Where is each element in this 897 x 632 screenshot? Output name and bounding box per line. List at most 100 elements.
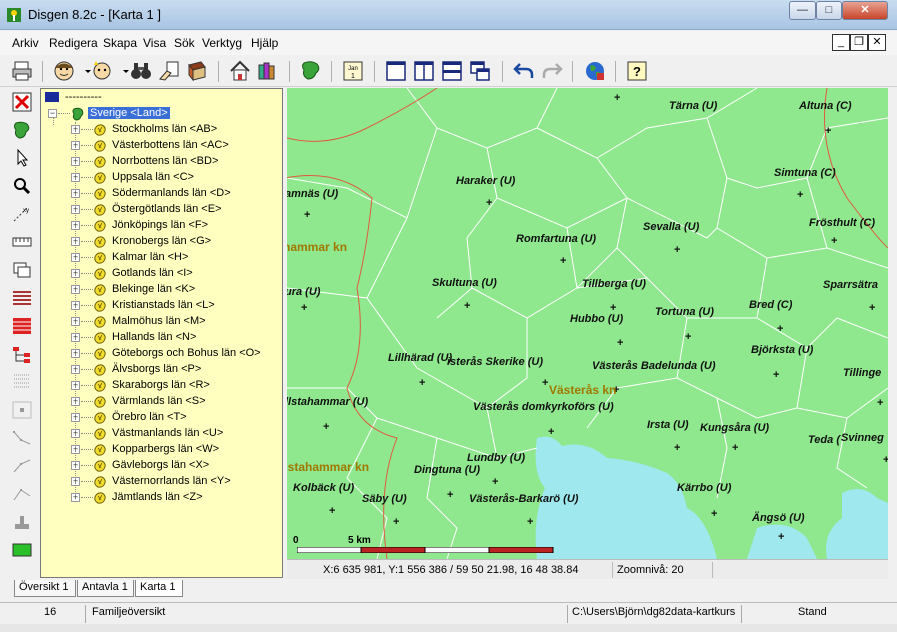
map-place-label[interactable]: Irsta (U) [647,419,689,431]
table-red-icon[interactable] [11,316,33,336]
tree-item-county[interactable]: + Gotlands län <I> [41,266,281,282]
layout-single-icon[interactable] [384,59,408,83]
map-place-label[interactable]: Tortuna (U) [655,306,714,318]
place-marker-icon[interactable]: + [831,236,837,247]
binoculars-icon[interactable] [129,59,153,83]
place-marker-icon[interactable]: + [301,303,307,314]
place-marker-icon[interactable]: + [711,509,717,520]
place-marker-icon[interactable]: + [492,477,498,488]
layout-horizontal-split-icon[interactable] [440,59,464,83]
line-edit-icon[interactable] [11,428,33,448]
books-icon[interactable] [256,59,280,83]
map-place-label[interactable]: Svinneg [841,432,884,444]
map-place-label[interactable]: Tärna (U) [669,100,717,112]
tree-item-county[interactable]: + Västernorrlands län <Y> [41,474,281,490]
place-marker-icon[interactable]: + [393,517,399,528]
place-marker-icon[interactable]: + [614,93,620,104]
map-place-label[interactable]: Kolbäck (U) [293,482,354,494]
home-icon[interactable] [228,59,252,83]
place-marker-icon[interactable]: + [685,332,691,343]
place-marker-icon[interactable]: + [778,532,784,543]
menu-skapa[interactable]: Skapa [103,36,137,50]
place-marker-icon[interactable]: + [617,338,623,349]
help-icon[interactable]: ? [625,59,649,83]
layout-cascade-icon[interactable] [468,59,492,83]
layout-vertical-split-icon[interactable] [412,59,436,83]
tab-karta[interactable]: Karta 1 [135,580,183,597]
place-marker-icon[interactable]: + [777,324,783,335]
tree-item-county[interactable]: + Kronobergs län <G> [41,234,281,250]
map-place-label[interactable]: Ängsö (U) [752,512,805,524]
map-place-label[interactable]: Kungsåra (U) [700,422,769,434]
place-marker-icon[interactable]: + [825,126,831,137]
map-place-label[interactable]: ura (U) [287,286,320,298]
tree-item-county[interactable]: + Göteborgs och Bohus län <O> [41,346,281,362]
menu-arkiv[interactable]: Arkiv [12,36,39,50]
place-marker-icon[interactable]: + [732,443,738,454]
place-marker-icon[interactable]: + [797,190,803,201]
map-place-label[interactable]: Kärrbo (U) [677,482,731,494]
place-marker-icon[interactable]: + [674,245,680,256]
windows-icon[interactable] [11,260,33,280]
map-place-label[interactable]: Tillberga (U) [582,278,646,290]
tree-item-county[interactable]: + Älvsborgs län <P> [41,362,281,378]
map-view[interactable]: Tärna (U) + Altuna (C) + amnäs (U) + Haraker (… [287,88,888,559]
tree-item-county[interactable]: + Jönköpings län <F> [41,218,281,234]
hand-note-icon[interactable] [157,59,181,83]
grid-dots-icon[interactable] [11,372,33,392]
chevron-down-icon[interactable] [76,59,91,83]
place-marker-icon[interactable]: + [674,443,680,454]
map-icon[interactable] [299,59,323,83]
place-marker-icon[interactable]: + [419,378,425,389]
map-place-label[interactable]: Västerås Badelunda (U) [592,360,715,372]
tree-item-county[interactable]: + Kalmar län <H> [41,250,281,266]
map-place-label[interactable]: Lundby (U) [467,452,525,464]
map-place-label[interactable]: isterås Skerike (U) [447,356,543,368]
menu-verktyg[interactable]: Verktyg [202,36,242,50]
list-red-icon[interactable] [11,288,33,308]
place-marker-icon[interactable]: + [329,506,335,517]
maximize-button[interactable]: □ [816,1,842,20]
tree-item-county[interactable]: + Hallands län <N> [41,330,281,346]
place-marker-icon[interactable]: + [447,490,453,501]
place-marker-icon[interactable]: + [877,398,883,409]
map-place-label[interactable]: Säby (U) [362,493,407,505]
map-place-label[interactable]: Bred (C) [749,299,792,311]
close-button[interactable]: ✕ [842,1,888,20]
tree-item-county[interactable]: + Gävleborgs län <X> [41,458,281,474]
measure-xy-icon[interactable]: xy [11,204,33,224]
map-place-label[interactable]: Västerås domkyrkoförs (U) [473,401,614,413]
tree-item-county[interactable]: + Örebro län <T> [41,410,281,426]
place-marker-icon[interactable]: + [542,378,548,389]
place-marker-icon[interactable]: + [610,303,616,314]
tree-item-county[interactable]: + Västmanlands län <U> [41,426,281,442]
map-place-label[interactable]: Hubbo (U) [570,313,623,325]
tree-item-county[interactable]: + Värmlands län <S> [41,394,281,410]
close-red-x-icon[interactable] [11,92,33,112]
color-swatch-icon[interactable] [11,540,33,560]
map-place-label[interactable]: Romfartuna (U) [516,233,596,245]
map-place-label[interactable]: Västerås-Barkarö (U) [469,493,578,505]
tree-item-county[interactable]: + Uppsala län <C> [41,170,281,186]
map-place-label[interactable]: Skultuna (U) [432,277,497,289]
place-marker-icon[interactable]: + [486,198,492,209]
map-place-label[interactable]: Sparrsätra [823,279,878,291]
mdi-restore-button[interactable]: ❐ [850,34,868,51]
menu-hjalp[interactable]: Hjälp [251,36,278,50]
place-marker-icon[interactable]: + [464,301,470,312]
tab-oversikt[interactable]: Översikt 1 [14,580,76,597]
map-place-label[interactable]: Altuna (C) [799,100,852,112]
pointer-icon[interactable] [11,148,33,168]
tree-diagram-icon[interactable] [11,344,33,364]
mdi-close-button[interactable]: ✕ [868,34,886,51]
map-place-label[interactable]: Haraker (U) [456,175,515,187]
globe-icon[interactable] [583,59,607,83]
minimize-button[interactable]: — [789,1,816,20]
tree-item-county[interactable]: + Blekinge län <K> [41,282,281,298]
calendar-icon[interactable]: Jan 1 [341,59,365,83]
person-icon[interactable] [52,59,76,83]
chevron-down-icon[interactable] [114,59,129,83]
tree-item-county[interactable]: + Västerbottens län <AC> [41,138,281,154]
tab-antavla[interactable]: Antavla 1 [77,580,134,597]
zoom-icon[interactable] [11,176,33,196]
